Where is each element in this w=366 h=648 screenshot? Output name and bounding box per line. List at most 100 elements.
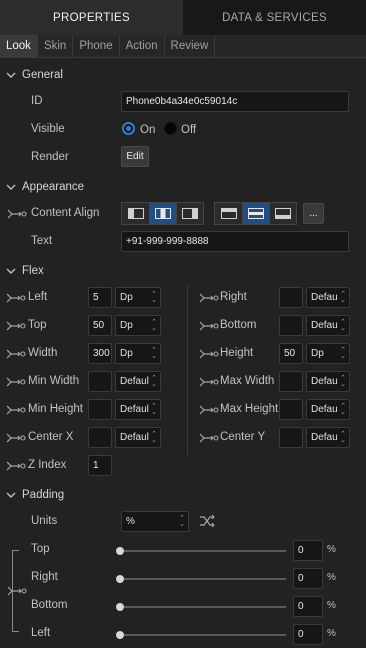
padding-bottom-input[interactable]: 0 xyxy=(293,596,323,617)
tab-look[interactable]: Look xyxy=(0,35,38,57)
id-field[interactable]: Phone0b4a34e0c59014c xyxy=(121,91,349,112)
link-icon[interactable] xyxy=(6,404,26,416)
max-height-unit-select[interactable]: Default⌃⌄ xyxy=(306,399,350,420)
padding-left-label: Left xyxy=(31,627,51,639)
padding-top-slider-handle[interactable] xyxy=(116,547,124,555)
center-y-value-input[interactable] xyxy=(279,427,303,448)
tab-data-services[interactable]: DATA & SERVICES xyxy=(183,0,366,35)
padding-bottom-slider-handle[interactable] xyxy=(116,603,124,611)
center-x-label: Center X xyxy=(28,431,74,443)
padding-right-slider[interactable] xyxy=(120,578,286,580)
tab-review[interactable]: Review xyxy=(165,35,216,57)
center-x-value-input[interactable] xyxy=(88,427,112,448)
link-icon[interactable] xyxy=(6,320,26,332)
padding-right-slider-handle[interactable] xyxy=(116,575,124,583)
tab-phone[interactable]: Phone xyxy=(73,35,120,57)
max-width-value-input[interactable] xyxy=(279,371,303,392)
visible-off-radio[interactable] xyxy=(164,122,177,135)
align-right-icon xyxy=(182,208,198,219)
min-width-value-input[interactable] xyxy=(88,371,112,392)
link-icon[interactable] xyxy=(199,320,219,332)
link-icon[interactable] xyxy=(7,208,27,220)
top-value-input[interactable]: 50 xyxy=(88,315,112,336)
top-unit-select[interactable]: Dp ⌃ ⌄ xyxy=(115,315,161,336)
link-icon[interactable] xyxy=(6,376,26,388)
left-unit-select[interactable]: Dp ⌃ ⌄ xyxy=(115,287,161,308)
section-general-header[interactable]: General xyxy=(0,67,63,83)
padding-left-slider[interactable] xyxy=(120,634,286,636)
right-unit-select[interactable]: Default⌃⌄ xyxy=(306,287,350,308)
bottom-unit-select[interactable]: Default⌃⌄ xyxy=(306,315,350,336)
visible-on-radio[interactable] xyxy=(122,122,135,135)
section-title: General xyxy=(22,69,63,81)
padding-top-input[interactable]: 0 xyxy=(293,540,323,561)
link-icon[interactable] xyxy=(199,432,219,444)
align-top-icon xyxy=(220,208,237,219)
top-unit-value: Dp xyxy=(120,320,133,331)
align-left-icon xyxy=(127,208,144,219)
units-label: Units xyxy=(31,515,58,527)
align-center-button[interactable] xyxy=(149,203,176,224)
tab-skin[interactable]: Skin xyxy=(38,35,74,57)
align-top-button[interactable] xyxy=(215,203,242,224)
max-height-value-input[interactable] xyxy=(279,399,303,420)
align-middle-button[interactable] xyxy=(242,203,269,224)
link-icon[interactable] xyxy=(199,292,219,304)
sub-tab-bar: Look Skin Phone Action Review xyxy=(0,35,366,58)
stepper-icon: ⌃ ⌄ xyxy=(340,430,346,444)
render-edit-button[interactable]: Edit xyxy=(121,146,149,167)
stepper-icon: ⌃ ⌄ xyxy=(151,402,157,416)
width-value-input[interactable]: 300 xyxy=(88,343,112,364)
link-icon[interactable] xyxy=(199,348,219,360)
align-bottom-button[interactable] xyxy=(269,203,296,224)
padding-left-input[interactable]: 0 xyxy=(293,624,323,645)
left-value-input[interactable]: 5 xyxy=(88,287,112,308)
padding-right-input[interactable]: 0 xyxy=(293,568,323,589)
padding-units-select[interactable]: % ⌃ ⌄ xyxy=(121,511,189,532)
min-height-value-input[interactable] xyxy=(88,399,112,420)
stepper-icon: ⌃ ⌄ xyxy=(340,374,346,388)
stepper-icon: ⌃ ⌄ xyxy=(179,514,185,528)
max-width-unit-select[interactable]: Default⌃⌄ xyxy=(306,371,350,392)
padding-bottom-label: Bottom xyxy=(31,599,68,611)
link-icon[interactable] xyxy=(199,404,219,416)
padding-left-slider-handle[interactable] xyxy=(116,631,124,639)
section-flex-header[interactable]: Flex xyxy=(0,263,44,279)
center-x-unit-select[interactable]: Default ⌃ ⌄ xyxy=(115,427,161,448)
link-icon[interactable] xyxy=(6,460,26,472)
padding-bottom-slider[interactable] xyxy=(120,606,286,608)
column-divider xyxy=(187,285,188,455)
min-height-label: Min Height xyxy=(28,403,83,415)
padding-right-label: Right xyxy=(31,571,58,583)
height-unit-select[interactable]: Dp ⌃ ⌄ xyxy=(306,343,350,364)
align-right-button[interactable] xyxy=(176,203,203,224)
visible-off-label: Off xyxy=(181,124,197,136)
top-tab-bar: PROPERTIES DATA & SERVICES xyxy=(0,0,366,35)
min-height-unit-select[interactable]: Default ⌃ ⌄ xyxy=(115,399,161,420)
more-options-button[interactable]: ... xyxy=(303,203,324,224)
z-index-input[interactable]: 1 xyxy=(88,455,112,476)
shuffle-icon[interactable] xyxy=(199,514,215,528)
link-icon[interactable] xyxy=(6,348,26,360)
center-y-unit-select[interactable]: Default⌃⌄ xyxy=(306,427,350,448)
link-icon[interactable] xyxy=(7,585,27,597)
tab-action[interactable]: Action xyxy=(120,35,165,57)
align-left-button[interactable] xyxy=(122,203,149,224)
link-icon[interactable] xyxy=(199,376,219,388)
min-width-unit-select[interactable]: Default ⌃ ⌄ xyxy=(115,371,161,392)
render-label: Render xyxy=(31,151,69,163)
section-appearance-header[interactable]: Appearance xyxy=(0,179,84,195)
tab-properties[interactable]: PROPERTIES xyxy=(0,0,183,35)
bottom-value-input[interactable] xyxy=(279,315,303,336)
right-value-input[interactable] xyxy=(279,287,303,308)
text-field[interactable]: +91-999-999-8888 xyxy=(121,231,349,252)
link-icon[interactable] xyxy=(6,292,26,304)
section-title: Padding xyxy=(22,489,65,501)
width-unit-select[interactable]: Dp ⌃ ⌄ xyxy=(115,343,161,364)
height-value-input[interactable]: 50 xyxy=(279,343,303,364)
link-icon[interactable] xyxy=(6,432,26,444)
section-padding-header[interactable]: Padding xyxy=(0,487,64,503)
stepper-icon: ⌃ ⌄ xyxy=(340,290,346,304)
padding-top-slider[interactable] xyxy=(120,550,286,552)
left-label: Left xyxy=(28,291,48,303)
